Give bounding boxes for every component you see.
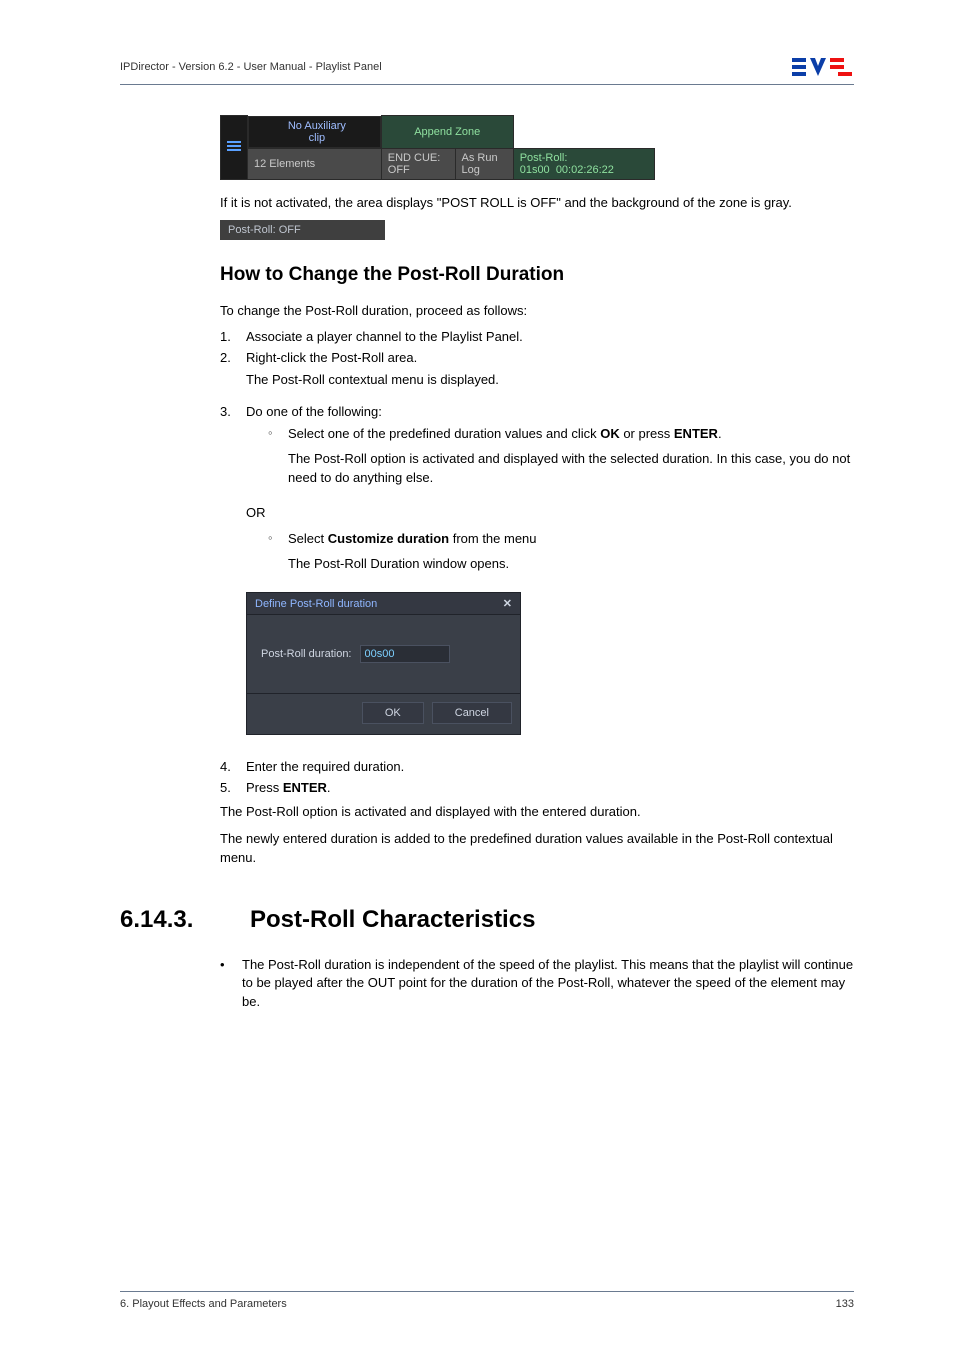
characteristics-bullet: The Post-Roll duration is independent of… <box>242 956 854 1013</box>
end-cue-status: END CUE: OFF <box>381 148 455 179</box>
step-1-text: Associate a player channel to the Playli… <box>246 329 854 344</box>
step-1-num: 1. <box>220 329 246 344</box>
hamburger-icon <box>221 116 248 180</box>
step-5-num: 5. <box>220 780 246 795</box>
after-para-2: The newly entered duration is added to t… <box>220 830 854 868</box>
post-roll-timecode: 00:02:26:22 <box>556 164 614 176</box>
section-title: Post-Roll Characteristics <box>250 906 535 934</box>
append-zone-label: Append Zone <box>381 116 513 149</box>
howto-intro: To change the Post-Roll duration, procee… <box>220 302 854 321</box>
ok-word: OK <box>600 426 620 441</box>
enter-word-2: ENTER <box>283 780 327 795</box>
post-roll-status: Post-Roll: 01s00 00:02:26:22 <box>513 148 654 179</box>
or-press: or press <box>620 426 674 441</box>
step-3-lead: Do one of the following: <box>246 404 854 419</box>
elements-count: 12 Elements <box>248 148 382 179</box>
dialog-title: Define Post-Roll duration <box>255 598 377 610</box>
evs-logo <box>792 56 854 78</box>
as-run-log: As Run Log <box>455 148 513 179</box>
sub-bullet-icon: ◦ <box>268 425 288 496</box>
enter-word-1: ENTER <box>674 426 718 441</box>
step3-sub1-pre: Select one of the predefined duration va… <box>288 426 600 441</box>
step-4-num: 4. <box>220 759 246 774</box>
step-3-num: 3. <box>220 404 246 753</box>
step-2-sub: The Post-Roll contextual menu is display… <box>246 371 854 390</box>
step3-sub2-post: from the menu <box>449 531 536 546</box>
ok-button[interactable]: OK <box>362 702 424 724</box>
step-5-post: . <box>327 780 331 795</box>
step-4-text: Enter the required duration. <box>246 759 854 774</box>
customize-word: Customize duration <box>328 531 449 546</box>
cancel-button[interactable]: Cancel <box>432 702 512 724</box>
step-5-pre: Press <box>246 780 283 795</box>
after-para-1: The Post-Roll option is activated and di… <box>220 803 854 822</box>
step3-sub2-expl: The Post-Roll Duration window opens. <box>288 555 854 574</box>
paragraph-off-explain: If it is not activated, the area display… <box>220 194 854 213</box>
status-bar-screenshot: No Auxiliary clip Append Zone 12 Element… <box>220 115 655 180</box>
post-roll-duration-dialog: Define Post-Roll duration ✕ Post-Roll du… <box>246 592 521 735</box>
bullet-icon: • <box>220 956 242 1013</box>
aux-clip-label: No Auxiliary clip <box>248 116 381 148</box>
step3-sub2-pre: Select <box>288 531 328 546</box>
howto-heading: How to Change the Post-Roll Duration <box>220 264 854 286</box>
close-icon[interactable]: ✕ <box>503 597 512 610</box>
step3-sub1-expl: The Post-Roll option is activated and di… <box>288 450 854 488</box>
step3-sub1-post: . <box>718 426 722 441</box>
post-roll-duration-input[interactable] <box>360 645 450 663</box>
header-left: IPDirector - Version 6.2 - User Manual -… <box>120 61 382 73</box>
or-label: OR <box>246 504 854 523</box>
step-2-num: 2. <box>220 350 246 398</box>
dialog-field-label: Post-Roll duration: <box>261 648 352 660</box>
footer-left: 6. Playout Effects and Parameters <box>120 1298 287 1310</box>
sub-bullet-icon-2: ◦ <box>268 530 288 582</box>
post-roll-off-chip: Post-Roll: OFF <box>220 220 385 240</box>
step-2-text: Right-click the Post-Roll area. <box>246 350 854 365</box>
section-number: 6.14.3. <box>120 906 220 934</box>
footer-page-number: 133 <box>836 1298 854 1310</box>
